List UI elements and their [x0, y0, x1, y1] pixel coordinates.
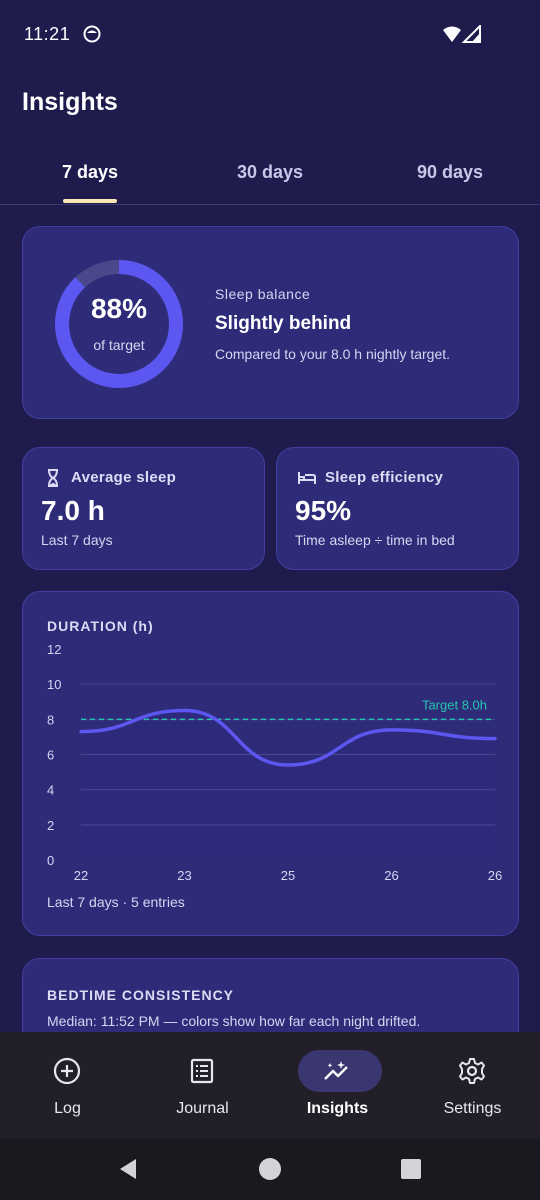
nav-insights[interactable]: Insights	[270, 1032, 405, 1138]
nav-journal-label: Journal	[176, 1100, 229, 1117]
y-tick-label: 12	[47, 642, 61, 657]
insights-icon	[324, 1061, 348, 1080]
balance-ring-caption: of target	[93, 337, 145, 353]
duration-chart-card: DURATION (h) 0 2 4 6 8 10 12 Target 8.0h 22 23 25 2…	[22, 591, 519, 936]
sleep-efficiency-card: Sleep efficiency 95% Time asleep ÷ time …	[276, 447, 519, 570]
add-circle-icon	[53, 1057, 81, 1085]
nav-log[interactable]: Log	[0, 1032, 135, 1138]
y-tick-label: 2	[47, 818, 54, 833]
nav-journal[interactable]: Journal	[135, 1032, 270, 1138]
sleep-efficiency-value: 95%	[295, 495, 352, 526]
balance-description: Compared to your 8.0 h nightly target.	[215, 346, 451, 362]
tab-7-days[interactable]: 7 days	[0, 140, 180, 204]
y-tick-label: 10	[47, 677, 61, 692]
balance-status: Slightly behind	[215, 313, 352, 334]
average-sleep-value: 7.0 h	[41, 495, 105, 526]
average-sleep-label: Average sleep	[71, 469, 177, 486]
active-tab-indicator	[63, 199, 117, 203]
recents-icon[interactable]	[399, 1157, 423, 1181]
nav-log-label: Log	[54, 1100, 81, 1117]
y-tick-label: 6	[47, 748, 54, 763]
y-tick-label: 4	[47, 783, 54, 798]
duration-chart: 0 2 4 6 8 10 12 Target 8.0h 22 23 25 26 26	[47, 642, 502, 883]
x-tick-label: 23	[177, 868, 191, 883]
x-tick-label: 26	[488, 868, 502, 883]
hourglass-icon	[48, 469, 58, 487]
x-tick-label: 25	[281, 868, 295, 883]
bed-icon	[298, 472, 316, 484]
sleep-efficiency-sub: Time asleep ÷ time in bed	[295, 532, 455, 548]
chart-footer: Last 7 days · 5 entries	[47, 894, 185, 910]
balance-percent: 88%	[90, 293, 148, 324]
nav-settings-label: Settings	[443, 1100, 502, 1117]
tab-90-days[interactable]: 90 days	[360, 140, 540, 204]
back-icon[interactable]	[117, 1157, 141, 1181]
nav-insights-label: Insights	[306, 1100, 369, 1117]
nav-settings[interactable]: Settings	[405, 1032, 540, 1138]
app-notification-icon	[83, 25, 101, 43]
average-sleep-sub: Last 7 days	[41, 532, 113, 548]
range-tabs: 7 days 30 days 90 days	[0, 140, 540, 205]
journal-icon	[190, 1058, 214, 1084]
home-icon[interactable]	[258, 1157, 282, 1181]
sleep-balance-card: 88% of target Sleep balance Slightly beh…	[22, 226, 519, 419]
tab-30-days[interactable]: 30 days	[180, 140, 360, 204]
balance-label: Sleep balance	[215, 286, 311, 302]
page-title: Insights	[22, 88, 118, 116]
x-tick-label: 22	[74, 868, 88, 883]
x-tick-label: 26	[384, 868, 398, 883]
status-bar: 11:21	[0, 0, 540, 68]
y-tick-label: 8	[47, 712, 54, 727]
average-sleep-card: Average sleep 7.0 h Last 7 days	[22, 447, 265, 570]
y-tick-label: 0	[47, 853, 54, 868]
gear-icon	[459, 1058, 485, 1084]
system-navigation-bar	[0, 1138, 540, 1200]
status-time: 11:21	[24, 24, 71, 44]
sleep-efficiency-label: Sleep efficiency	[325, 469, 444, 486]
wifi-signal-icon	[443, 25, 481, 43]
bottom-navigation: Log Journal Insights Settings	[0, 1032, 540, 1138]
bedtime-description: Median: 11:52 PM — colors show how far e…	[47, 1013, 421, 1029]
bedtime-title: BEDTIME CONSISTENCY	[47, 987, 235, 1003]
target-label: Target 8.0h	[422, 697, 487, 712]
